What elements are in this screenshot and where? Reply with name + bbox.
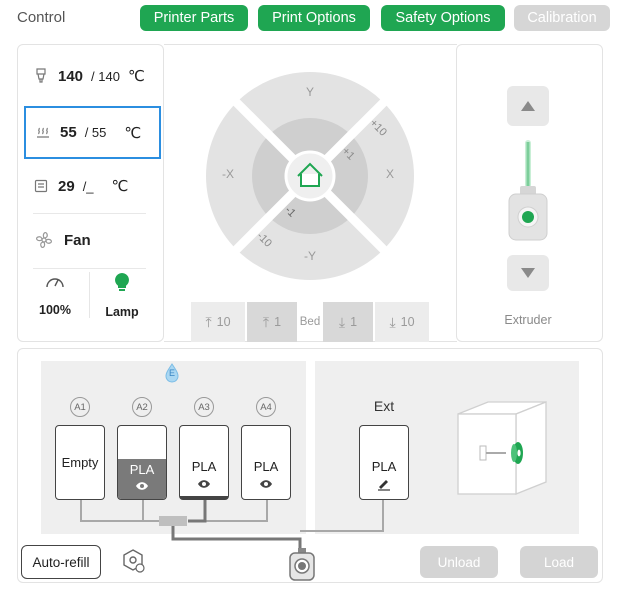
lamp-label: Lamp [105,305,139,319]
bed-up-10-label: 10 [216,315,231,329]
extruder-graphic [508,140,548,241]
heatbed-icon [37,127,49,138]
bed-label: Bed [299,316,321,328]
eye-icon [198,480,210,488]
slot-a4[interactable]: PLA [241,425,291,500]
eye-icon [136,482,148,490]
slot-a1-label: A1 [70,397,90,417]
ext-slot-material: PLA [371,459,397,474]
triangle-down-icon [521,268,535,278]
fan-icon [36,232,52,248]
slot-a3-material: PLA [191,459,217,474]
arrow-down-icon: ⤓ [338,313,346,330]
bed-down-10-button[interactable]: ⤓ 10 [375,302,429,342]
ams-settings-icon[interactable] [120,548,146,574]
slot-a2-material: PLA [129,462,155,477]
arrow-down-icon: ⤓ [389,313,396,330]
nozzle-temp-row[interactable]: 140 / 140 ℃ [24,50,161,102]
unload-button[interactable]: Unload [420,546,498,578]
chamber-temp-current: 29 [58,177,75,195]
bed-temp-unit: ℃ [124,124,142,142]
fan-label: Fan [64,231,91,249]
filament-path [80,500,384,550]
triangle-up-icon [521,101,535,111]
jog-wheel[interactable]: Y -Y X -X +10 +1 -1 -10 [204,70,416,282]
jog-x-plus[interactable]: X [386,167,394,181]
jog-y-minus[interactable]: -Y [304,249,316,263]
ext-label: Ext [373,398,395,414]
lamp-control[interactable]: Lamp [100,272,144,319]
slot-a2[interactable]: PLA [117,425,167,500]
bed-down-1-button[interactable]: ⤓ 1 [323,302,373,342]
lightbulb-icon [115,273,129,291]
auto-refill-button[interactable]: Auto-refill [21,545,101,579]
speedometer-icon [46,278,64,288]
arrow-up-icon: ⤒ [262,313,270,330]
tab-print-options[interactable]: Print Options [258,5,370,31]
chamber-temp-row[interactable]: 29 /_ ℃ [24,160,161,212]
chamber-icon [34,179,48,193]
bed-up-1-label: 1 [274,315,282,329]
chamber-temp-target[interactable]: /_ [83,179,94,194]
bed-temp-target[interactable]: / 55 [85,125,107,140]
toolhead-icon [289,548,315,581]
tab-safety-options[interactable]: Safety Options [381,5,505,31]
tab-printer-parts[interactable]: Printer Parts [140,5,248,31]
slot-a4-label: A4 [256,397,276,417]
slot-a4-material: PLA [253,459,279,474]
divider [33,213,146,214]
tab-calibration[interactable]: Calibration [514,5,610,31]
jog-x-minus[interactable]: -X [222,167,234,181]
divider [89,272,90,318]
load-button[interactable]: Load [520,546,598,578]
ext-slot[interactable]: PLA [359,425,409,500]
bed-down-1-label: 1 [350,315,358,329]
extruder-down-button[interactable] [507,255,549,291]
chamber-temp-unit: ℃ [111,178,129,195]
nozzle-temp-target[interactable]: / 140 [91,69,120,84]
slot-a2-label: A2 [132,397,152,417]
eye-icon [260,480,272,488]
divider [33,268,146,269]
nozzle-temp-unit: ℃ [127,68,145,85]
fan-control[interactable]: Fan [34,230,91,250]
nozzle-icon [36,68,46,83]
jog-y-plus[interactable]: Y [306,85,314,99]
slot-a3-label: A3 [194,397,214,417]
slot-a1[interactable]: Empty [55,425,105,500]
bed-up-10-button[interactable]: ⤒ 10 [191,302,245,342]
bed-temp-current: 55 [60,124,77,141]
bed-up-1-button[interactable]: ⤒ 1 [247,302,297,342]
printer-external-spool-illustration [457,401,547,495]
bed-down-10-label: 10 [400,315,415,329]
extruder-label: Extruder [504,313,552,327]
bed-temp-row[interactable]: 55 / 55 ℃ [24,106,161,159]
page-title: Control [17,9,66,26]
speed-control[interactable]: 100% [33,274,77,317]
slot-a1-material: Empty [61,455,99,470]
arrow-up-icon: ⤒ [205,313,212,330]
humidity-badge: E [168,368,175,378]
speed-value: 100% [39,303,71,317]
slot-a3[interactable]: PLA [179,425,229,500]
nozzle-temp-current: 140 [58,67,84,85]
extruder-up-button[interactable] [507,86,549,126]
pencil-icon [378,480,390,491]
